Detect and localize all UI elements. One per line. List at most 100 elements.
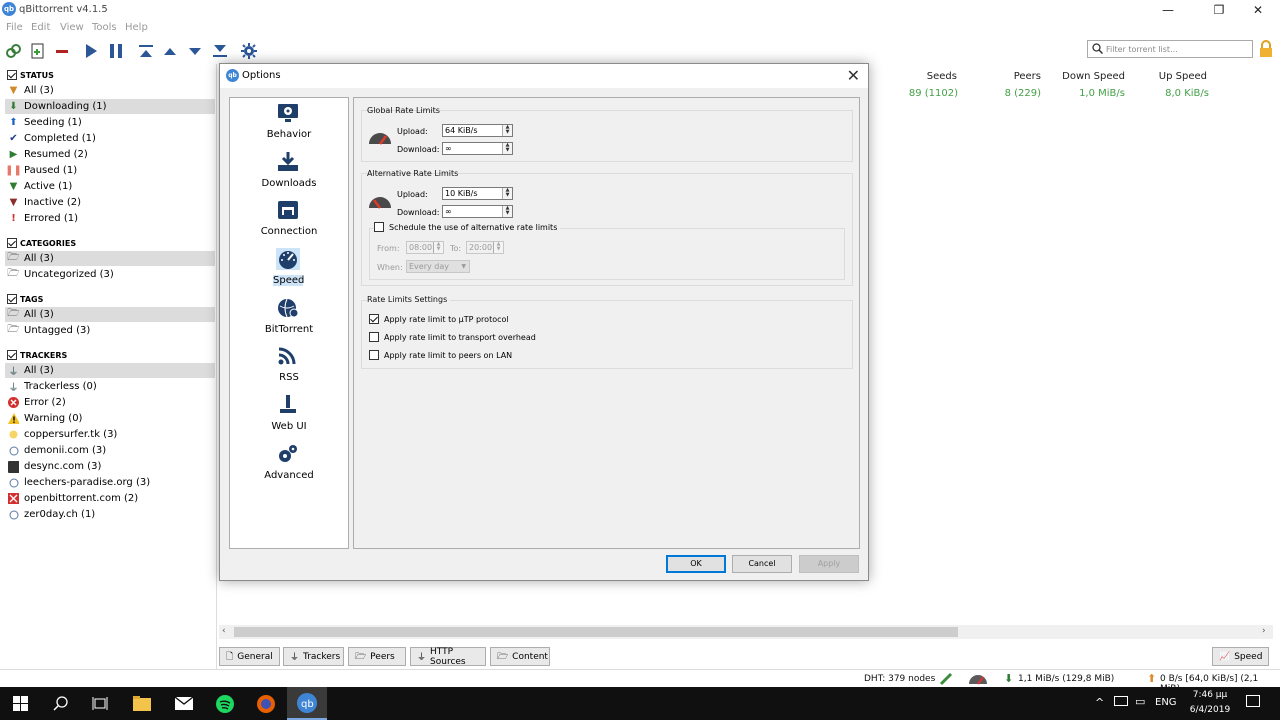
to-time-spinbox[interactable]: 20:00 ▲ ▼ [466,241,504,254]
minimize-button[interactable]: — [1150,0,1186,20]
tray-chevron-icon[interactable]: ^ [1095,696,1104,709]
overhead-checkbox[interactable] [369,332,379,342]
categories-checkbox[interactable] [7,238,17,248]
tracker-item-warning[interactable]: Warning (0) [5,411,215,426]
move-up-icon[interactable] [161,42,179,60]
ok-button[interactable]: OK [666,555,726,573]
move-top-icon[interactable] [137,42,155,60]
category-rss[interactable]: RSS [230,341,348,389]
notifications-icon[interactable] [1246,695,1260,707]
utp-checkbox-row[interactable]: Apply rate limit to µTP protocol [369,314,509,324]
menu-file[interactable]: File [6,22,23,33]
remove-icon[interactable] [53,42,71,60]
menu-edit[interactable]: Edit [31,22,50,33]
column-header-down-speed[interactable]: Down Speed [1049,71,1125,82]
status-item-inactive[interactable]: ▼ Inactive (2) [5,195,215,210]
lan-checkbox[interactable] [369,350,379,360]
tag-item-all[interactable]: 🗁 All (3) [5,307,215,322]
resume-icon[interactable] [82,42,100,60]
trackers-section-header[interactable]: TRACKERS [7,348,67,362]
tracker-item-openbittorrent[interactable]: openbittorrent.com (2) [5,491,215,506]
column-header-seeds[interactable]: Seeds [899,71,957,82]
from-time-spinbox[interactable]: 08:00 ▲ ▼ [406,241,444,254]
status-item-seeding[interactable]: ⬆ Seeding (1) [5,115,215,130]
options-gear-icon[interactable] [240,42,258,60]
add-torrent-file-icon[interactable] [29,42,47,60]
column-header-peers[interactable]: Peers [989,71,1041,82]
category-speed[interactable]: Speed [230,244,348,292]
when-dropdown[interactable]: Every day ▼ [406,260,470,273]
tags-checkbox[interactable] [7,294,17,304]
menu-view[interactable]: View [60,22,84,33]
spin-arrows-icon[interactable]: ▲ ▼ [493,242,503,253]
column-header-up-speed[interactable]: Up Speed [1139,71,1207,82]
category-item-all[interactable]: 🗁 All (3) [5,251,215,266]
clock-date[interactable]: 6/4/2019 [1186,705,1234,715]
status-section-header[interactable]: STATUS [7,68,54,82]
tab-trackers[interactable]: ⏚ Trackers [283,647,344,666]
alt-upload-spinbox[interactable]: 10 KiB/s ▲ ▼ [442,187,513,200]
download-rate[interactable]: 1,1 MiB/s (129,8 MiB) [1018,674,1114,684]
search-icon[interactable] [40,687,80,720]
status-item-all[interactable]: ▼ All (3) [5,83,215,98]
tracker-item-desync[interactable]: desync.com (3) [5,459,215,474]
spin-arrows-icon[interactable]: ▲ ▼ [502,125,512,136]
category-bittorrent[interactable]: BitTorrent [230,293,348,341]
utp-checkbox[interactable] [369,314,379,324]
category-behavior[interactable]: Behavior [230,98,348,146]
battery-icon[interactable] [1114,696,1128,706]
menu-help[interactable]: Help [125,22,148,33]
pause-icon[interactable] [107,42,125,60]
status-item-paused[interactable]: ❚❚ Paused (1) [5,163,215,178]
cell-up-speed[interactable]: 8,0 KiB/s [1139,88,1209,99]
scroll-left-icon[interactable]: ‹ [222,626,226,636]
overhead-checkbox-row[interactable]: Apply rate limit to transport overhead [369,332,536,342]
cell-seeds[interactable]: 89 (1102) [899,88,958,99]
category-web-ui[interactable]: Web UI [230,390,348,438]
categories-section-header[interactable]: CATEGORIES [7,236,76,250]
cell-down-speed[interactable]: 1,0 MiB/s [1049,88,1125,99]
trackers-checkbox[interactable] [7,350,17,360]
firefox-icon[interactable] [246,687,286,720]
tag-item-untagged[interactable]: 🗁 Untagged (3) [5,323,215,338]
tab-content[interactable]: 🗁 Content [490,647,550,666]
tab-speed[interactable]: 📈 Speed [1212,647,1269,666]
cancel-button[interactable]: Cancel [732,555,792,573]
windows-start-icon[interactable] [0,687,40,720]
status-item-resumed[interactable]: ▶ Resumed (2) [5,147,215,162]
move-bottom-icon[interactable] [211,42,229,60]
spin-arrows-icon[interactable]: ▲ ▼ [502,188,512,199]
menu-tools[interactable]: Tools [92,22,117,33]
filter-input-field[interactable] [1106,43,1246,56]
tab-general[interactable]: 🗋 General [219,647,280,666]
tracker-item-all[interactable]: ⏚ All (3) [5,363,215,378]
maximize-button[interactable]: ❐ [1201,0,1237,20]
tags-section-header[interactable]: TAGS [7,292,43,306]
file-explorer-icon[interactable] [122,687,162,720]
scrollbar-thumb[interactable] [234,627,958,637]
mail-icon[interactable] [164,687,204,720]
spin-arrows-icon[interactable]: ▲ ▼ [433,242,443,253]
alt-download-spinbox[interactable]: ∞ ▲ ▼ [442,205,513,218]
tracker-item-trackerless[interactable]: ⏚ Trackerless (0) [5,379,215,394]
language-indicator[interactable]: ENG [1155,697,1177,708]
category-downloads[interactable]: Downloads [230,147,348,195]
tracker-item-coppersurfer[interactable]: coppersurfer.tk (3) [5,427,215,442]
status-item-completed[interactable]: ✔ Completed (1) [5,131,215,146]
apply-button[interactable]: Apply [799,555,859,573]
tracker-item-leechers-paradise[interactable]: leechers-paradise.org (3) [5,475,215,490]
tracker-item-error[interactable]: Error (2) [5,395,215,410]
spotify-icon[interactable] [205,687,245,720]
dialog-close-button[interactable]: ✕ [847,66,860,85]
spin-arrows-icon[interactable]: ▲ ▼ [502,206,512,217]
add-torrent-link-icon[interactable] [4,42,22,60]
lock-icon[interactable] [1258,40,1274,58]
tab-http-sources[interactable]: ⏚ HTTP Sources [410,647,486,667]
spin-arrows-icon[interactable]: ▲ ▼ [502,143,512,154]
cell-peers[interactable]: 8 (229) [989,88,1041,99]
global-download-spinbox[interactable]: ∞ ▲ ▼ [442,142,513,155]
filter-torrent-input[interactable] [1087,40,1253,58]
global-upload-spinbox[interactable]: 64 KiB/s ▲ ▼ [442,124,513,137]
lan-checkbox-row[interactable]: Apply rate limit to peers on LAN [369,350,512,360]
tracker-item-demonii[interactable]: demonii.com (3) [5,443,215,458]
